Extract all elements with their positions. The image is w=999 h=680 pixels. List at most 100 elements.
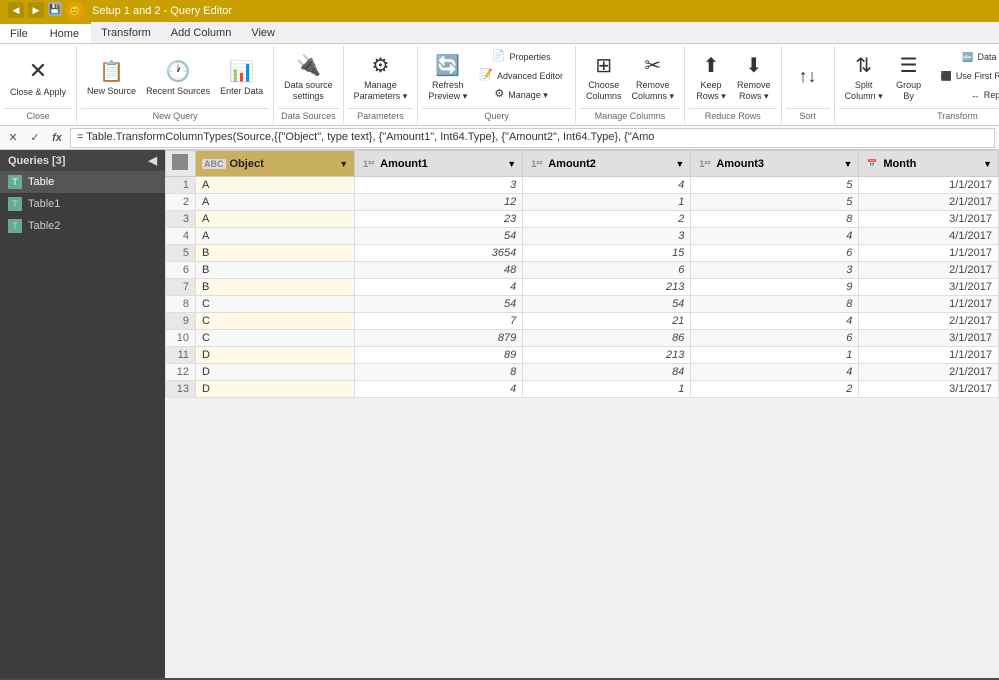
amount2-cell: 86 [523,330,691,347]
formula-cancel-button[interactable]: ✕ [4,129,22,147]
amount3-filter-button[interactable]: ▼ [843,159,852,169]
col-header-amount3[interactable]: 1²³ Amount3 ▼ [691,151,859,177]
amount3-cell: 1 [691,347,859,364]
table-row: 1A3451/1/2017 [166,177,999,194]
month-cell: 4/1/2017 [859,228,999,245]
transform-group-buttons: ⇅ SplitColumn ▾ ☰ GroupBy 🔤 Data Type: T… [839,46,999,108]
reduce-rows-group-label: Reduce Rows [689,108,777,123]
table-row: 5B36541561/1/2017 [166,245,999,262]
amount3-cell: 6 [691,245,859,262]
remove-rows-button[interactable]: ⬇ RemoveRows ▾ [733,48,775,108]
advanced-editor-button[interactable]: 📝 Advanced Editor [473,67,569,85]
formula-accept-button[interactable]: ✓ [26,129,44,147]
formula-input[interactable]: = Table.TransformColumnTypes(Source,{{"O… [70,128,995,148]
replace-values-button[interactable]: ↔ Replace Values [943,86,999,104]
table-row: 9C72142/1/2017 [166,313,999,330]
row-num-cell: 11 [166,347,196,364]
save-icon[interactable]: 💾 [48,2,62,16]
object-filter-button[interactable]: ▼ [339,159,348,169]
sidebar-item-table[interactable]: T Table [0,171,165,193]
amount2-cell: 4 [523,177,691,194]
data-type-button[interactable]: 🔤 Data Type: Text ▾ [935,48,999,66]
ribbon-group-manage-columns: ⊞ ChooseColumns ✂ RemoveColumns ▾ Manage… [576,46,685,123]
amount3-cell: 4 [691,313,859,330]
table-icon: T [8,175,22,189]
amount2-filter-button[interactable]: ▼ [675,159,684,169]
object-cell: D [196,381,355,398]
amount1-cell: 48 [355,262,523,279]
object-cell: A [196,194,355,211]
formula-fx-button[interactable]: fx [48,129,66,147]
col-header-month[interactable]: 📅 Month ▼ [859,151,999,177]
sidebar-item-table1[interactable]: T Table1 [0,193,165,215]
query-right-col: 📄 Properties 📝 Advanced Editor ⚙ Manage … [473,48,569,104]
data-table: ABC Object ▼ 1²³ Amount1 ▼ [165,150,999,398]
remove-columns-button[interactable]: ✂ RemoveColumns ▾ [628,48,679,108]
col-header-amount1[interactable]: 1²³ Amount1 ▼ [355,151,523,177]
first-row-headers-button[interactable]: ⬛ Use First Row As Headers ▾ [935,67,999,85]
month-cell: 1/1/2017 [859,245,999,262]
tab-home[interactable]: Home [38,22,91,43]
recent-sources-button[interactable]: 🕐 Recent Sources [142,48,214,108]
choose-columns-button[interactable]: ⊞ ChooseColumns [582,48,626,108]
new-source-button[interactable]: 📋 New Source [83,48,140,108]
refresh-preview-icon: 🔄 [435,54,460,78]
ribbon-group-close: ✕ Close & Apply Close [0,46,77,123]
close-group-label: Close [4,108,72,123]
object-type-icon: ABC [202,159,226,169]
query-group-label: Query [422,108,571,123]
col-header-amount2[interactable]: 1²³ Amount2 ▼ [523,151,691,177]
data-sources-group-buttons: 🔌 Data sourcesettings [278,46,339,108]
formula-bar: ✕ ✓ fx = Table.TransformColumnTypes(Sour… [0,126,999,150]
sidebar-collapse-button[interactable]: ◀ [149,154,157,167]
menu-bar: File Home Transform Add Column View [0,22,999,44]
amount1-cell: 54 [355,296,523,313]
first-row-headers-icon: ⬛ [941,71,952,82]
object-cell: C [196,296,355,313]
sort-group-label: Sort [786,108,830,123]
row-num-cell: 4 [166,228,196,245]
amount1-filter-button[interactable]: ▼ [507,159,516,169]
refresh-preview-button[interactable]: 🔄 RefreshPreview ▾ [424,48,471,108]
split-column-icon: ⇅ [855,54,872,78]
col-header-object[interactable]: ABC Object ▼ [196,151,355,177]
manage-parameters-button[interactable]: ⚙ ManageParameters ▾ [350,48,412,108]
amount3-cell: 3 [691,262,859,279]
col-header-amount2-label: Amount2 [548,158,596,170]
amount1-cell: 23 [355,211,523,228]
ribbon-group-data-sources: 🔌 Data sourcesettings Data Sources [274,46,344,123]
close-apply-button[interactable]: ✕ Close & Apply [6,48,70,108]
tab-view[interactable]: View [241,22,285,43]
split-column-button[interactable]: ⇅ SplitColumn ▾ [841,48,887,108]
amount1-cell: 4 [355,279,523,296]
sidebar-item-table2[interactable]: T Table2 [0,215,165,237]
amount2-cell: 213 [523,279,691,296]
col-header-amount3-label: Amount3 [716,158,764,170]
manage-button[interactable]: ⚙ Manage ▾ [473,86,569,104]
forward-icon[interactable]: ▶ [28,2,44,18]
back-icon[interactable]: ◀ [8,2,24,18]
tab-add-column[interactable]: Add Column [161,22,242,43]
properties-button[interactable]: 📄 Properties [473,48,569,66]
manage-parameters-icon: ⚙ [371,54,389,78]
ribbon-group-reduce-rows: ⬆ KeepRows ▾ ⬇ RemoveRows ▾ Reduce Rows [685,46,782,123]
keep-rows-icon: ⬆ [703,54,720,78]
row-num-cell: 10 [166,330,196,347]
sort-asc-button[interactable]: ↑↓ [788,48,828,108]
month-cell: 2/1/2017 [859,364,999,381]
table-row: 12D88442/1/2017 [166,364,999,381]
data-type-icon: 🔤 [962,52,973,63]
enter-data-button[interactable]: 📊 Enter Data [216,48,267,108]
amount2-cell: 2 [523,211,691,228]
group-by-button[interactable]: ☰ GroupBy [889,48,929,108]
ribbon-content: ✕ Close & Apply Close 📋 New Source 🕐 Rec… [0,44,999,125]
amount1-cell: 8 [355,364,523,381]
amount1-cell: 4 [355,381,523,398]
month-filter-button[interactable]: ▼ [983,159,992,169]
tab-transform[interactable]: Transform [91,22,161,43]
month-cell: 3/1/2017 [859,279,999,296]
data-source-settings-button[interactable]: 🔌 Data sourcesettings [280,48,337,108]
keep-rows-button[interactable]: ⬆ KeepRows ▾ [691,48,731,108]
amount3-cell: 6 [691,330,859,347]
tab-file[interactable]: File [0,22,38,43]
